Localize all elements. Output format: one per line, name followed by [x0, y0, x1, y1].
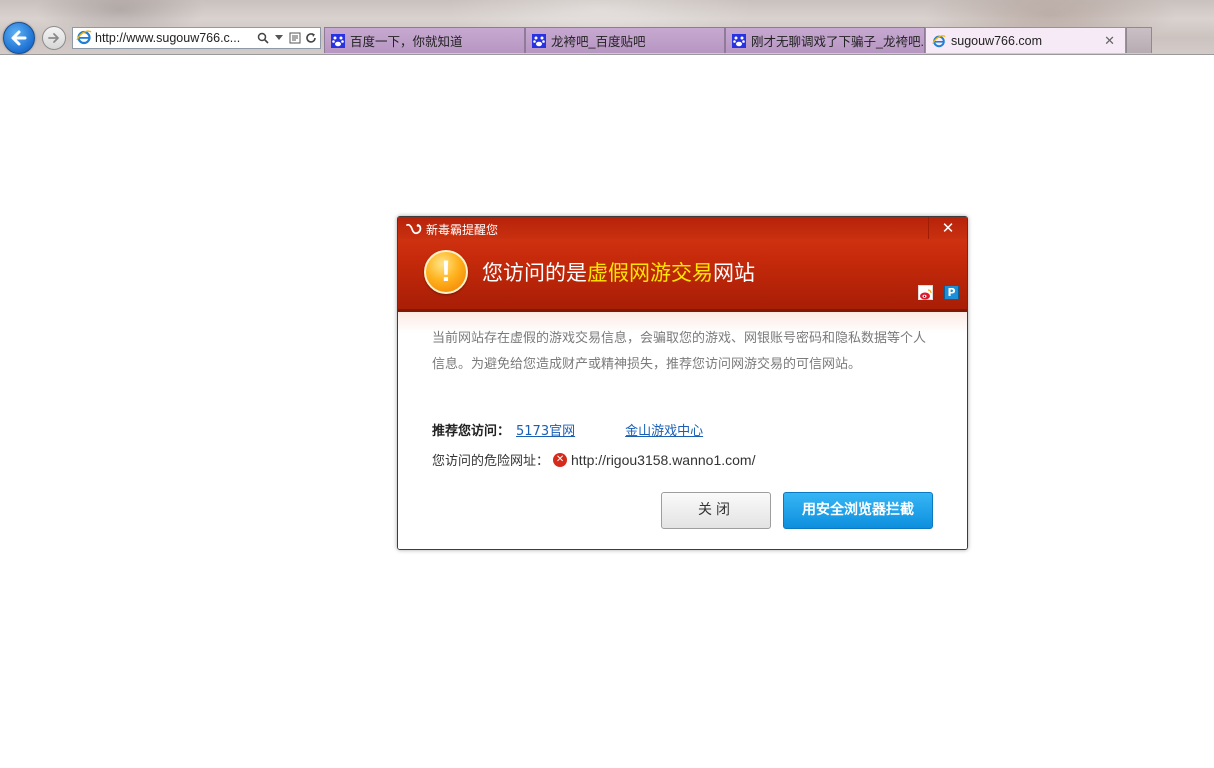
compatibility-view-icon[interactable] — [288, 30, 302, 46]
tab-label: sugouw766.com — [951, 33, 1043, 48]
title-prefix: 您访问的是 — [482, 261, 587, 285]
address-url[interactable]: http://www.sugouw766.c... — [95, 31, 256, 45]
warning-message: 当前网站存在虚假的游戏交易信息，会骗取您的游戏、网银账号密码和隐私数据等个人信息… — [432, 331, 927, 372]
dialog-brand: 新毒霸提醒您 — [406, 221, 498, 238]
tab-tieba-post[interactable]: 刚才无聊调戏了下骗子_龙袴吧... — [725, 27, 925, 53]
dialog-brand-text: 新毒霸提醒您 — [426, 223, 499, 237]
duba-logo-icon — [406, 223, 422, 234]
weibo-share-icon[interactable] — [918, 285, 933, 300]
tab-sugouw766[interactable]: sugouw766.com ✕ — [925, 27, 1126, 53]
dialog-title: 您访问的是虚假网游交易网站 — [482, 257, 755, 287]
danger-url-row: 您访问的危险网址： ✕ http://rigou3158.wanno1.com/ — [432, 450, 756, 470]
ie-icon — [932, 34, 946, 47]
dialog-body: 当前网站存在虚假的游戏交易信息，会骗取您的游戏、网银账号密码和隐私数据等个人信息… — [398, 312, 967, 549]
dropdown-icon[interactable] — [272, 30, 286, 46]
recommend-label: 推荐您访问： — [432, 424, 511, 439]
tab-label: 刚才无聊调戏了下骗子_龙袴吧... — [751, 35, 925, 49]
link-kingsoft-game-center[interactable]: 金山游戏中心 — [625, 420, 703, 439]
baidu-paw-icon — [732, 33, 746, 48]
arrow-left-icon — [11, 30, 27, 46]
forward-button[interactable] — [42, 26, 66, 50]
address-bar[interactable]: http://www.sugouw766.c... — [72, 27, 321, 49]
tab-longku-tieba[interactable]: 龙袴吧_百度贴吧 — [525, 27, 725, 53]
tab-baidu-home[interactable]: 百度一下，你就知道 — [324, 27, 525, 53]
danger-label: 您访问的危险网址： — [432, 454, 550, 469]
new-tab-button[interactable] — [1126, 27, 1152, 53]
security-warning-dialog: 新毒霸提醒您 ✕ ! 您访问的是虚假网游交易网站 P 当前网站存在虚假的游戏交易… — [397, 216, 968, 550]
warning-icon: ! — [424, 250, 468, 294]
title-suffix: 网站 — [713, 261, 755, 285]
link-5173[interactable]: 5173官网 — [516, 420, 575, 439]
dialog-header: 新毒霸提醒您 ✕ ! 您访问的是虚假网游交易网站 P — [398, 217, 967, 312]
tab-label: 龙袴吧_百度贴吧 — [551, 35, 646, 49]
ie-icon — [76, 29, 92, 48]
baidu-paw-icon — [532, 33, 546, 48]
arrow-right-icon — [48, 33, 59, 43]
browser-toolbar: http://www.sugouw766.c... 百度一下，你就知道 龙袴吧_… — [0, 0, 1214, 55]
danger-url: http://rigou3158.wanno1.com/ — [571, 451, 756, 468]
title-highlight: 虚假网游交易 — [587, 261, 713, 285]
dialog-close-icon[interactable]: ✕ — [938, 219, 958, 237]
close-button[interactable]: 关闭 — [661, 492, 771, 529]
back-button[interactable] — [3, 22, 35, 54]
tab-close-icon[interactable]: ✕ — [1104, 33, 1115, 49]
refresh-icon[interactable] — [304, 30, 318, 46]
error-x-icon: ✕ — [553, 452, 568, 467]
block-with-safe-browser-button[interactable]: 用安全浏览器拦截 — [783, 492, 933, 529]
title-bar-divider — [928, 217, 929, 239]
tab-label: 百度一下，你就知道 — [350, 35, 463, 49]
qzone-share-icon[interactable]: P — [944, 285, 959, 300]
search-icon[interactable] — [256, 30, 270, 46]
baidu-paw-icon — [331, 33, 345, 48]
recommend-row: 推荐您访问： 5173官网 金山游戏中心 — [432, 420, 703, 439]
